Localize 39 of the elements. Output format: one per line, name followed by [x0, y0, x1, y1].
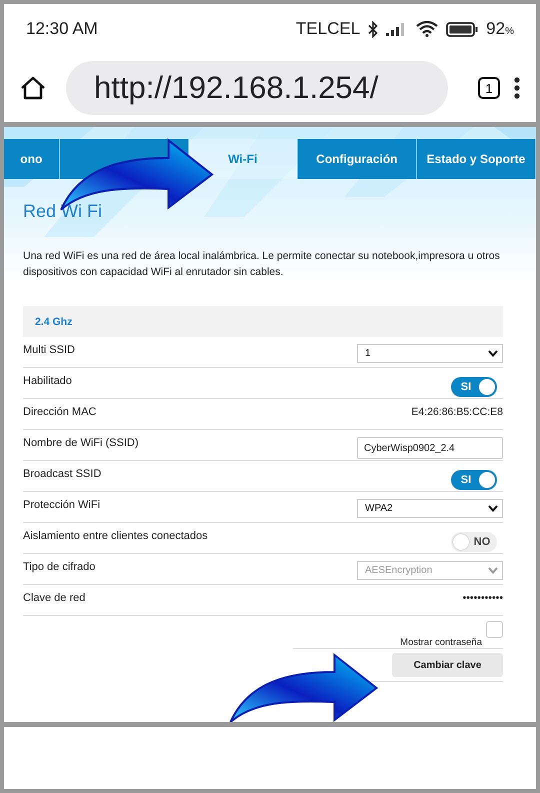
setting-label: Broadcast SSID [23, 468, 102, 480]
tab-count-button[interactable]: 1 [478, 77, 500, 99]
dropdown[interactable]: WPA2 [357, 499, 503, 518]
setting-label: Clave de red [23, 592, 86, 604]
home-icon[interactable] [20, 76, 46, 100]
menu-icon[interactable] [514, 77, 520, 99]
toggle-switch[interactable]: SI [451, 377, 497, 397]
setting-label: Dirección MAC [23, 406, 96, 418]
setting-label: Multi SSID [23, 344, 75, 356]
show-password-checkbox[interactable] [486, 621, 503, 638]
band-header: 2.4 Ghz [23, 306, 503, 337]
change-password-button[interactable]: Cambiar clave [392, 653, 503, 677]
nav-tab[interactable]: Configuración [298, 139, 417, 179]
setting-label: Habilitado [23, 375, 72, 387]
setting-label: Protección WiFi [23, 499, 100, 511]
setting-value: E4:26:86:B5:CC:E8 [411, 406, 503, 418]
chevron-icon [488, 350, 498, 357]
nav-tab[interactable]: Wi-Fi [188, 139, 298, 179]
wifi-icon [416, 21, 438, 37]
toggle-switch[interactable]: SI [451, 470, 497, 490]
clock-time: 12:30 AM [26, 19, 98, 39]
toggle-switch[interactable]: NO [451, 532, 497, 552]
carrier-name: TELCEL [296, 19, 360, 39]
setting-value: ••••••••••• [462, 592, 503, 604]
nav-tab[interactable]: ono [4, 139, 60, 179]
address-bar[interactable]: http://192.168.1.254/ [66, 61, 448, 115]
chevron-icon [488, 567, 498, 574]
chevron-icon [488, 505, 498, 512]
battery-icon [446, 22, 478, 36]
dropdown[interactable]: 1 [357, 344, 503, 363]
battery-percent: 92% [486, 19, 514, 39]
description-text: Una red WiFi es una red de área local inalámbrica. Le permite conectar su notebook,impresora u otros dispositivos con capacidad WiFi al enrutador sin cables. [23, 249, 501, 280]
nav-tab[interactable]: Estado y Soporte [416, 139, 536, 179]
ssid-field[interactable]: CyberWisp0902_2.4 [357, 437, 503, 459]
show-password-label: Mostrar contraseña [400, 637, 482, 648]
setting-label: Tipo de cifrado [23, 561, 96, 573]
bluetooth-icon [368, 20, 378, 38]
setting-label: Nombre de WiFi (SSID) [23, 437, 139, 449]
setting-label: Aislamiento entre clientes conectados [23, 530, 208, 542]
